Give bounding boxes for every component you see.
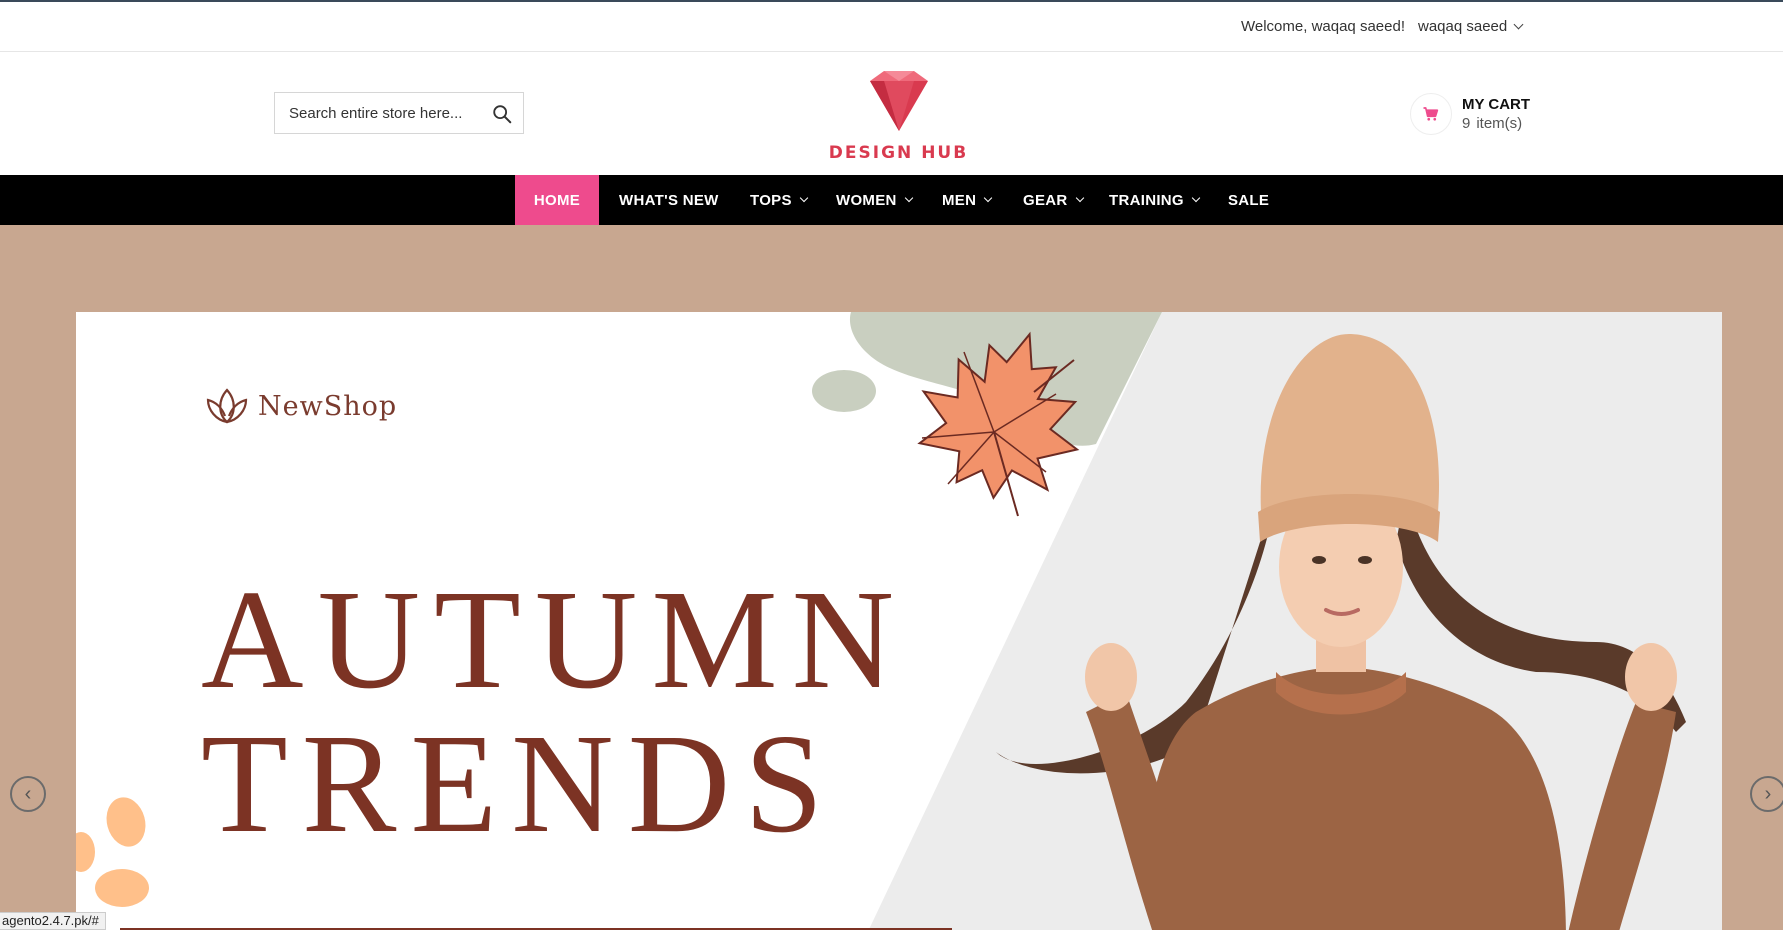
- cart-icon: [1423, 107, 1439, 121]
- nav-label-training: TRAINING: [1109, 191, 1184, 209]
- cart-items-label: item(s): [1476, 115, 1523, 132]
- mini-cart[interactable]: MY CART 9 item(s): [1410, 93, 1530, 135]
- site-logo[interactable]: DESIGN HUB: [826, 67, 971, 163]
- nav-label-gear: GEAR: [1023, 191, 1068, 209]
- nav-item-men[interactable]: MEN: [942, 175, 993, 225]
- search-icon[interactable]: [491, 103, 513, 125]
- nav-label-men: MEN: [942, 191, 977, 209]
- diamond-icon: [870, 71, 928, 131]
- newshop-brand: NewShop: [204, 386, 397, 426]
- nav-item-gear[interactable]: GEAR: [1023, 175, 1084, 225]
- nav-item-sale[interactable]: SALE: [1228, 175, 1269, 225]
- search-box: [274, 92, 524, 134]
- lotus-icon: [206, 388, 248, 424]
- banner-headline: AUTUMN TRENDS: [201, 567, 908, 855]
- chevron-left-icon: ‹: [24, 782, 32, 805]
- chevron-down-icon: [983, 193, 993, 203]
- main-navigation: HOME WHAT'S NEW TOPS WOMEN MEN GEAR TRAI…: [0, 175, 1783, 225]
- slider-next-button[interactable]: ›: [1750, 776, 1783, 812]
- site-header: DESIGN HUB MY CART 9 item(s): [0, 53, 1783, 175]
- hero-slider: NewShop AUTUMN TRENDS ‹ ›: [0, 225, 1783, 930]
- welcome-message: Welcome, waqaq saeed!: [1241, 18, 1405, 35]
- brand-name: NewShop: [258, 390, 398, 422]
- nav-item-whats-new[interactable]: WHAT'S NEW: [619, 175, 719, 225]
- nav-item-tops[interactable]: TOPS: [750, 175, 809, 225]
- logo-text: DESIGN HUB: [828, 143, 969, 163]
- chevron-right-icon: ›: [1764, 782, 1772, 805]
- nav-label-sale: SALE: [1228, 191, 1270, 209]
- user-account-menu[interactable]: waqaq saeed: [1418, 18, 1524, 35]
- browser-status-url: agento2.4.7.pk/#: [0, 912, 106, 930]
- headline-line-1: AUTUMN: [201, 560, 909, 718]
- search-input[interactable]: [289, 104, 489, 122]
- nav-label-women: WOMEN: [836, 191, 897, 209]
- cart-icon-wrapper: [1410, 93, 1452, 135]
- cart-title: MY CART: [1462, 96, 1531, 113]
- nav-item-home[interactable]: HOME: [515, 175, 599, 225]
- top-bar: Welcome, waqaq saeed! waqaq saeed: [0, 2, 1783, 52]
- cart-item-count: 9: [1462, 115, 1471, 132]
- nav-label-tops: TOPS: [750, 191, 792, 209]
- chevron-down-icon: [1513, 19, 1524, 30]
- user-name: waqaq saeed: [1418, 18, 1508, 35]
- chevron-down-icon: [1075, 193, 1084, 203]
- chevron-down-icon: [799, 193, 809, 203]
- nav-label-home: HOME: [533, 191, 581, 209]
- nav-item-women[interactable]: WOMEN: [836, 175, 913, 225]
- hero-banner[interactable]: NewShop AUTUMN TRENDS: [76, 312, 1722, 930]
- slider-prev-button[interactable]: ‹: [10, 776, 46, 812]
- headline-line-2: TRENDS: [201, 704, 838, 862]
- cart-summary: MY CART 9 item(s): [1462, 96, 1530, 132]
- nav-item-training[interactable]: TRAINING: [1109, 175, 1201, 225]
- cart-count: 9 item(s): [1462, 115, 1530, 132]
- chevron-down-icon: [904, 193, 913, 203]
- nav-label-whats-new: WHAT'S NEW: [619, 191, 719, 209]
- chevron-down-icon: [1191, 193, 1201, 203]
